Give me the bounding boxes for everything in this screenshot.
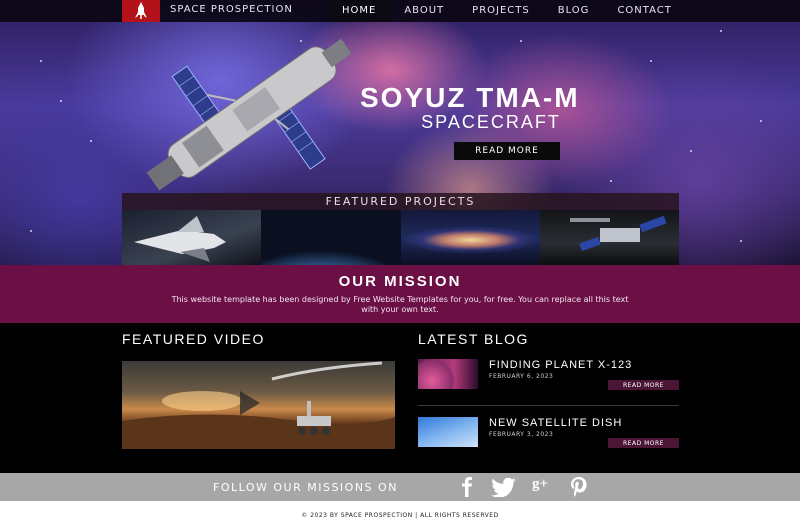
hero-read-more-button[interactable]: Read More bbox=[454, 142, 560, 160]
featured-projects-thumbnails bbox=[122, 210, 679, 265]
blog-thumbnail-satellite-dish[interactable] bbox=[418, 417, 478, 447]
twitter-icon[interactable] bbox=[491, 477, 517, 497]
nav-home[interactable]: Home bbox=[328, 0, 391, 22]
facebook-icon[interactable] bbox=[460, 477, 474, 497]
latest-blog-title: Latest Blog bbox=[418, 331, 529, 347]
main-nav: Home About Projects Blog Contact bbox=[328, 0, 686, 22]
project-thumbnail-station[interactable] bbox=[539, 210, 679, 265]
content-section bbox=[0, 323, 800, 473]
blog-post-date: February 3, 2023 bbox=[489, 431, 554, 438]
blog-read-more-button[interactable]: Read More bbox=[608, 438, 679, 448]
project-thumbnail-shuttle[interactable] bbox=[122, 210, 262, 265]
nav-about[interactable]: About bbox=[390, 0, 458, 22]
satellite-image bbox=[146, 38, 352, 191]
project-thumbnail-galaxy[interactable] bbox=[400, 210, 540, 265]
rocket-icon bbox=[135, 2, 147, 19]
play-icon[interactable] bbox=[240, 391, 260, 415]
blog-divider bbox=[418, 405, 679, 406]
blog-post-title[interactable]: New Satellite Dish bbox=[489, 417, 622, 429]
blog-read-more-button[interactable]: Read More bbox=[608, 380, 679, 390]
blog-post-title[interactable]: Finding Planet X-123 bbox=[489, 359, 632, 371]
top-navigation-bar: Space Prospection Home About Projects Bl… bbox=[0, 0, 800, 22]
logo[interactable] bbox=[122, 0, 160, 22]
blog-thumbnail-planet[interactable] bbox=[418, 359, 478, 389]
featured-video-title: Featured Video bbox=[122, 331, 265, 347]
social-follow-bar: Follow Our Missions On g+ bbox=[0, 473, 800, 501]
brand-name[interactable]: Space Prospection bbox=[170, 4, 293, 15]
footer-copyright: © 2023 by Space Prospection | All Rights… bbox=[0, 501, 800, 530]
nav-contact[interactable]: Contact bbox=[603, 0, 685, 22]
mission-title: Our Mission bbox=[338, 273, 462, 290]
google-plus-icon[interactable]: g+ bbox=[532, 476, 548, 496]
nav-blog[interactable]: Blog bbox=[544, 0, 604, 22]
blog-post-date: February 6, 2023 bbox=[489, 373, 554, 380]
follow-label: Follow Our Missions On bbox=[213, 481, 398, 494]
nav-projects[interactable]: Projects bbox=[458, 0, 544, 22]
featured-video-player[interactable] bbox=[122, 361, 395, 449]
mission-text: This website template has been designed … bbox=[171, 295, 629, 314]
mission-section: Our Mission This website template has be… bbox=[0, 265, 800, 323]
featured-projects-title: Featured Projects bbox=[122, 193, 679, 210]
hero-banner: Soyuz TMA-M Spacecraft Read More Feature… bbox=[0, 0, 800, 265]
pinterest-icon[interactable] bbox=[570, 477, 588, 497]
project-thumbnail-earth[interactable] bbox=[261, 210, 401, 265]
hero-subtitle: Spacecraft bbox=[421, 112, 561, 132]
hero-title: Soyuz TMA-M bbox=[360, 82, 580, 113]
